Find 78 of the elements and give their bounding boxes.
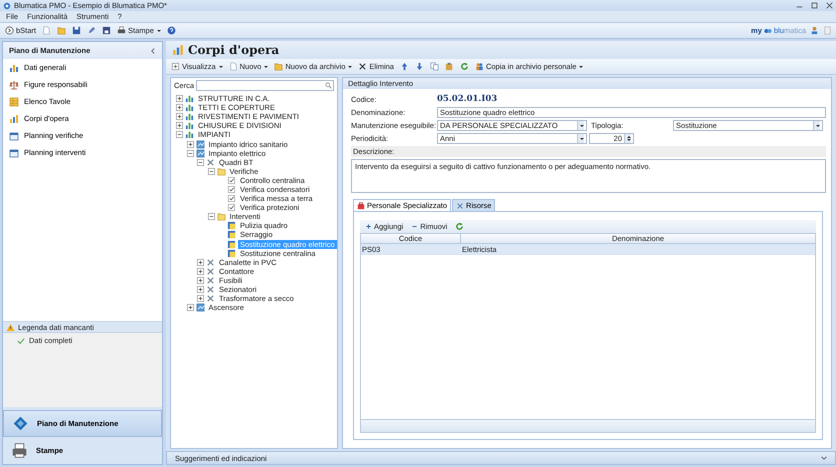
collapse-icon[interactable] [186,150,194,157]
scale-icon [9,80,19,90]
check-icon [17,336,25,344]
bar-chart-icon [9,62,19,72]
tools-icon [206,276,215,285]
user-icon[interactable] [810,26,819,35]
delete-icon [358,62,368,71]
people-icon [474,62,484,71]
folder-icon [216,166,226,176]
expand-icon[interactable] [176,95,183,102]
refresh-icon[interactable] [458,62,470,71]
clipboard-icon[interactable] [444,62,455,71]
disk-icon[interactable] [101,26,112,35]
copy-icon[interactable] [428,62,440,71]
expand-icon[interactable] [186,140,194,148]
stack-icon [185,112,194,122]
stack-icon [185,103,194,112]
printer-icon [117,26,126,35]
minus-icon [411,223,418,230]
expand-icon[interactable] [197,268,204,275]
collapse-icon[interactable] [176,131,183,138]
stack-icon [9,114,19,124]
code-value: 05.02.01.I03 [437,94,498,105]
app-logo-icon [3,2,11,10]
pen-icon[interactable] [86,26,98,35]
cards-icon [12,415,29,432]
tools-icon [206,294,215,304]
search-icon[interactable] [325,82,332,89]
collapse-icon[interactable] [208,168,214,175]
checklist-icon [227,176,236,185]
checklist-icon [227,203,236,212]
tools-icon [206,258,215,267]
expand-icon[interactable] [176,104,183,112]
help-icon[interactable] [166,26,177,35]
stack-icon [185,130,194,140]
expand-icon[interactable] [176,122,183,130]
stack-icon [185,94,194,104]
expand-icon[interactable] [176,113,183,120]
maximize-icon[interactable] [811,2,818,9]
calendar-icon [9,148,19,158]
tools-icon [456,202,464,210]
checklist-icon [227,184,236,194]
expand-icon[interactable] [197,258,204,266]
search-field[interactable] [196,80,334,91]
page-icon [228,62,238,71]
collapse-icon[interactable] [150,48,156,54]
warning-icon [6,322,15,332]
start-icon [5,26,14,35]
expand-icon[interactable] [197,286,204,294]
calendar-icon [9,130,19,140]
tools-icon [206,158,215,167]
chevron-down-icon[interactable] [821,455,827,461]
close-icon[interactable] [826,2,833,9]
stack-icon [172,44,184,56]
folder-icon[interactable] [56,26,68,35]
collapse-icon[interactable] [208,213,214,220]
folder-icon [216,212,226,222]
folder-icon [274,62,284,71]
checklist-icon [227,194,236,204]
panel-icon [196,148,204,158]
table-icon [9,96,19,106]
plus-box-icon [171,62,180,71]
page-icon[interactable] [41,26,52,35]
stack-icon [185,121,194,130]
page-title: Corpi d'opera [188,42,280,58]
panel-icon [196,140,204,149]
panel-icon [196,303,204,312]
collapse-icon[interactable] [197,158,204,166]
expand-icon[interactable] [197,276,204,284]
expand-icon[interactable] [197,295,204,302]
plus-icon [365,223,372,230]
tools-icon [206,285,215,294]
toolbox-icon [357,202,365,210]
expand-icon[interactable] [186,304,194,312]
disk-icon[interactable] [71,26,82,35]
printer-icon [11,442,28,459]
tools-icon [206,266,215,276]
refresh-icon[interactable] [454,222,466,231]
